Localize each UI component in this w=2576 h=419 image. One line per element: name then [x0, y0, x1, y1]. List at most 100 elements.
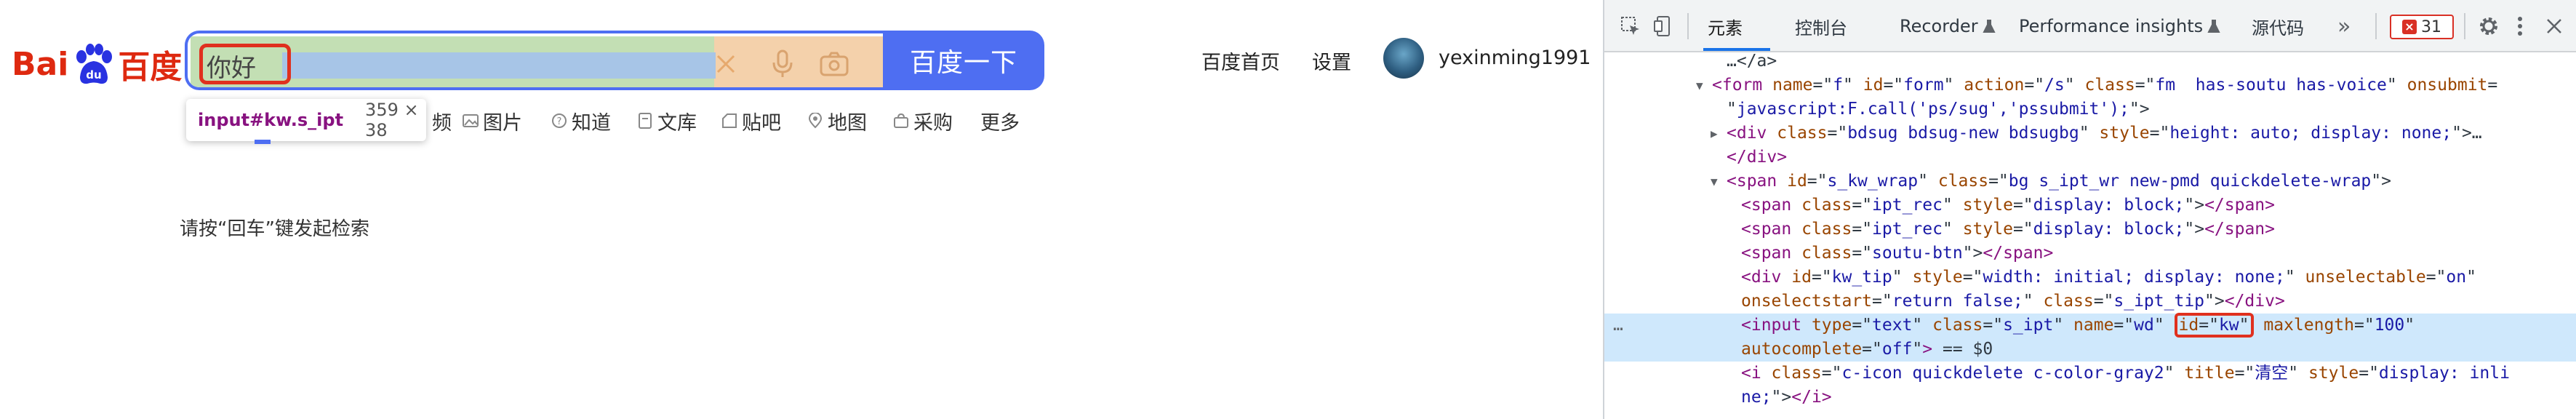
- code-token: bg s_ipt_wr new-pmd quickdelete-wrap: [2008, 172, 2372, 191]
- code-token: <form: [1712, 76, 1773, 95]
- dom-tree-line[interactable]: ne;"></i>: [1604, 386, 2576, 410]
- code-token: ": [2284, 268, 2305, 287]
- code-token: =": [1988, 172, 2009, 191]
- logo-text-du: du: [87, 68, 102, 81]
- image-icon: [463, 114, 479, 127]
- code-token: style: [1962, 220, 2013, 239]
- code-token: display: block;: [2033, 196, 2185, 215]
- nav-item-more[interactable]: 更多: [980, 106, 1020, 135]
- code-token: </i>: [1791, 388, 1832, 407]
- line-gutter-ellipsis[interactable]: …: [1613, 314, 1623, 338]
- device-toolbar-icon[interactable]: [1651, 13, 1677, 39]
- camera-icon[interactable]: [816, 48, 852, 80]
- code-token: ipt_rec: [1872, 196, 1943, 215]
- code-token: <span: [1741, 244, 1802, 263]
- code-token: maxlength: [2263, 316, 2354, 335]
- tab-elements[interactable]: 元素: [1708, 0, 1743, 52]
- dom-tree-line-content: …</a>: [1727, 49, 1777, 73]
- tab-sources[interactable]: 源代码: [2252, 0, 2304, 52]
- toolbar-separator: [2375, 13, 2377, 39]
- code-token: onselectstart: [1741, 292, 1873, 311]
- nav-item-wenku[interactable]: 文库: [637, 106, 697, 135]
- code-token: =": [1811, 268, 1832, 287]
- code-token: style: [1962, 196, 2013, 215]
- nav-item-tieba[interactable]: 贴吧: [721, 106, 781, 135]
- code-token: ": [1942, 220, 1963, 239]
- dom-tree-line[interactable]: …</a>: [1604, 49, 2576, 73]
- collapsed-triangle-icon[interactable]: ▶: [1711, 121, 1718, 145]
- baidu-logo[interactable]: Bai du 百度: [12, 35, 182, 93]
- code-token: s_kw_wrap: [1827, 172, 1919, 191]
- more-tabs-chevron-icon[interactable]: »: [2337, 0, 2351, 52]
- expand-triangle-icon[interactable]: ▼: [1711, 169, 1718, 193]
- tab-console[interactable]: 控制台: [1795, 0, 1847, 52]
- search-button[interactable]: 百度一下: [883, 31, 1044, 90]
- dom-tree-line[interactable]: … <input type="text" class="s_ipt" name="…: [1604, 313, 2576, 338]
- dom-tree-line-content: "javascript:F.call('ps/sug','pssubmit');…: [1727, 97, 2150, 121]
- expand-triangle-icon[interactable]: ▼: [1696, 73, 1703, 97]
- kebab-menu-icon[interactable]: [2509, 12, 2531, 41]
- username-link[interactable]: yexinming1991: [1439, 47, 1591, 69]
- code-token: >: [1922, 340, 1933, 359]
- dom-tree-line[interactable]: <i class="c-icon quickdelete c-color-gra…: [1604, 362, 2576, 386]
- code-token: ">: [2184, 196, 2205, 215]
- dom-tree-line[interactable]: <span class="ipt_rec" style="display: bl…: [1604, 218, 2576, 242]
- nav-item-video[interactable]: 频: [432, 106, 452, 135]
- code-token: =": [1827, 124, 1848, 143]
- code-token: s_ipt_tip: [2113, 292, 2205, 311]
- tieba-icon: [722, 113, 737, 128]
- code-token: ": [2466, 268, 2476, 287]
- issues-badge[interactable]: × 31: [2390, 15, 2454, 39]
- gear-icon[interactable]: [2474, 12, 2503, 41]
- nav-item-zhidao[interactable]: ? 知道: [551, 106, 611, 135]
- code-token: style: [1912, 268, 1963, 287]
- nav-item-map[interactable]: 地图: [807, 106, 867, 135]
- code-token: ipt_rec: [1872, 220, 1943, 239]
- dom-tree-line[interactable]: ▶ <div class="bdsug bdsug-new bdsugbg" st…: [1604, 121, 2576, 145]
- code-token: ne;: [1741, 388, 1772, 407]
- dom-tree-line-content: <i class="c-icon quickdelete c-color-gra…: [1741, 362, 2510, 386]
- logo-text-baidu: 百度: [118, 49, 183, 86]
- dom-tree-line[interactable]: ▼ <form name="f" id="form" action="/s" cl…: [1604, 73, 2576, 97]
- input-annotation-box: [199, 44, 291, 84]
- code-token: =": [1883, 76, 1904, 95]
- dom-tree: …</a> ▼ <form name="f" id="form" action="/…: [1604, 49, 2576, 419]
- dom-tree-line[interactable]: autocomplete="off"> == $0: [1604, 338, 2576, 362]
- nav-item-purchase[interactable]: 采购: [893, 106, 953, 135]
- tab-recorder[interactable]: Recorder: [1900, 0, 1996, 52]
- tooltip-dimensions: 359 × 38: [365, 100, 419, 140]
- code-token: autocomplete: [1741, 340, 1863, 359]
- tab-performance-insights[interactable]: Performance insights: [2019, 0, 2220, 52]
- purchase-icon: [894, 113, 908, 128]
- code-token: </span>: [2204, 220, 2275, 239]
- code-token: id: [1863, 76, 1884, 95]
- svg-text:?: ?: [557, 116, 562, 127]
- dom-tree-line[interactable]: onselectstart="return false;" class="s_i…: [1604, 290, 2576, 314]
- avatar[interactable]: [1383, 38, 1424, 79]
- dom-tree-line[interactable]: <span class="ipt_rec" style="display: bl…: [1604, 193, 2576, 218]
- code-token: bdsug bdsug-new bdsugbg: [1847, 124, 2079, 143]
- code-token: 清空: [2255, 364, 2289, 383]
- dom-tree-line[interactable]: <div id="kw_tip" style="width: initial; …: [1604, 266, 2576, 290]
- code-token: display: block;: [2033, 220, 2185, 239]
- dom-tree-line-content: <div id="kw_tip" style="width: initial; …: [1741, 266, 2476, 290]
- code-token: ": [2079, 124, 2100, 143]
- microphone-icon[interactable]: [767, 47, 799, 81]
- dom-tree-line[interactable]: ▼ <span id="s_kw_wrap" class="bg s_ipt_wr…: [1604, 169, 2576, 193]
- tooltip-selector: input#kw.s_ipt: [198, 110, 344, 130]
- baidu-home-link[interactable]: 百度首页: [1201, 47, 1280, 75]
- code-token: fm has-soutu has-voice: [2155, 76, 2387, 95]
- settings-link[interactable]: 设置: [1312, 47, 1351, 75]
- dom-tree-line-content: </div>: [1727, 145, 1787, 169]
- close-icon[interactable]: [2540, 12, 2569, 41]
- inspect-tooltip: input#kw.s_ipt 359 × 38: [186, 99, 426, 141]
- nav-item-image[interactable]: 图片: [463, 106, 522, 135]
- dom-tree-line[interactable]: "javascript:F.call('ps/sug','pssubmit');…: [1604, 97, 2576, 121]
- code-token: <div: [1741, 268, 1792, 287]
- code-token: javascript:F.call('ps/sug','pssubmit');: [1736, 100, 2129, 119]
- inspect-element-icon[interactable]: [1617, 13, 1644, 39]
- dom-tree-line[interactable]: </div>: [1604, 145, 2576, 169]
- dom-tree-line[interactable]: <span class="soutu-btn"></span>: [1604, 242, 2576, 266]
- clear-icon[interactable]: [710, 48, 742, 80]
- code-token: style: [2308, 364, 2359, 383]
